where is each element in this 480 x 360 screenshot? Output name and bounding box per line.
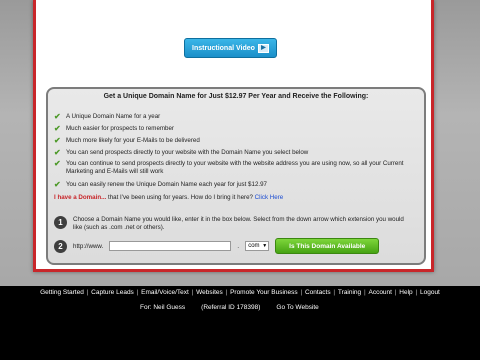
- checkmark-icon: ✔: [54, 179, 61, 189]
- checkmark-icon: ✔: [54, 123, 61, 133]
- list-item: ✔ A Unique Domain Name for a year: [54, 111, 161, 121]
- list-item: ✔ Much more likely for your E-Mails to be…: [54, 135, 200, 145]
- footer-account-info: For: Neil Guess (Referral ID 178398) Go …: [140, 304, 319, 311]
- step-number-1: 1: [54, 216, 67, 229]
- tld-select[interactable]: com ▼: [245, 241, 270, 251]
- tld-separator: .: [237, 242, 240, 250]
- list-item: ✔ You can easily renew the Unique Domain …: [54, 179, 267, 189]
- tld-selected-value: com: [248, 243, 260, 249]
- domain-name-input[interactable]: [109, 241, 232, 251]
- video-button-label: Instructional Video: [192, 44, 255, 52]
- footer-link-email-voice-text[interactable]: Email/Voice/Text: [141, 289, 189, 296]
- account-owner-label: For: Neil Guess: [140, 304, 186, 311]
- step-1: 1 Choose a Domain Name you would like, e…: [54, 216, 414, 232]
- footer-link-contacts[interactable]: Contacts: [305, 289, 331, 296]
- footer-link-help[interactable]: Help: [399, 289, 412, 296]
- list-item: ✔ Much easier for prospects to remember: [54, 123, 174, 133]
- url-prefix: http://www.: [73, 242, 104, 250]
- list-item: ✔ You can send prospects directly to your…: [54, 147, 309, 157]
- chevron-down-icon: ▼: [262, 243, 268, 249]
- step-number-2: 2: [54, 239, 67, 253]
- checkmark-icon: ✔: [54, 111, 61, 121]
- checkmark-icon: ✔: [54, 135, 61, 145]
- checkmark-icon: ✔: [54, 159, 61, 168]
- instructional-video-button[interactable]: Instructional Video ▶: [184, 38, 277, 58]
- video-camera-icon: ▶: [257, 43, 269, 53]
- referral-id: (Referral ID 178398): [201, 304, 261, 311]
- benefits-list: ✔ A Unique Domain Name for a year ✔ Much e…: [54, 110, 419, 190]
- list-item: ✔ You can continue to send prospects dire…: [54, 159, 404, 176]
- footer-navigation: Getting Started | Capture Leads | Email/…: [40, 289, 440, 296]
- go-to-website-link[interactable]: Go To Website: [276, 304, 318, 311]
- footer-link-training[interactable]: Training: [338, 289, 361, 296]
- footer-link-websites[interactable]: Websites: [196, 289, 223, 296]
- check-availability-button[interactable]: Is This Domain Available: [275, 238, 380, 254]
- checkmark-icon: ✔: [54, 147, 61, 157]
- step-1-instructions: Choose a Domain Name you would like, ent…: [73, 216, 404, 231]
- existing-domain-text: that I've been using for years. How do I…: [106, 194, 255, 201]
- footer-link-capture-leads[interactable]: Capture Leads: [91, 289, 134, 296]
- footer-link-logout[interactable]: Logout: [420, 289, 440, 296]
- click-here-link[interactable]: Click Here: [255, 194, 284, 201]
- footer-link-getting-started[interactable]: Getting Started: [40, 289, 84, 296]
- existing-domain-lead: I have a Domain...: [54, 194, 107, 201]
- offer-headline: Get a Unique Domain Name for Just $12.97…: [103, 93, 369, 100]
- step-2: 2 http://www. . com ▼ Is This Domain Ava…: [54, 238, 414, 254]
- existing-domain-note: I have a Domain... that I've been using …: [54, 194, 283, 201]
- footer-link-promote-business[interactable]: Promote Your Business: [230, 289, 298, 296]
- footer-link-account[interactable]: Account: [368, 289, 392, 296]
